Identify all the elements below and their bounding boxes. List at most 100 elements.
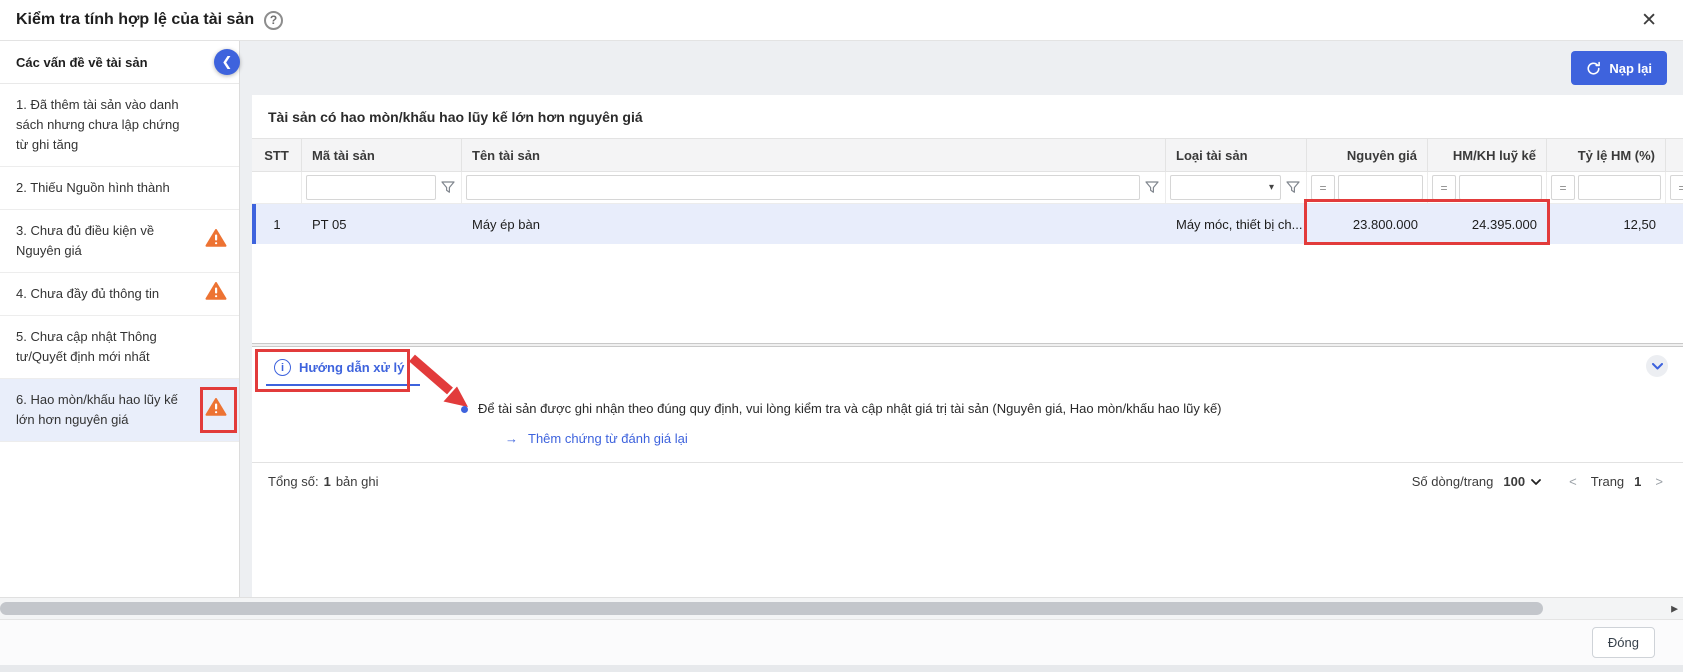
filter-cell-ty-le-hm: =: [1547, 172, 1666, 203]
filter-input-ten-tai-san[interactable]: [466, 175, 1140, 200]
table-header-row: STT Mã tài sản Tên tài sản Loại tài sản …: [252, 138, 1683, 172]
filter-funnel-icon[interactable]: [1143, 181, 1161, 194]
chevron-down-icon: ▾: [1269, 182, 1274, 193]
filter-cell-stt: [252, 172, 302, 203]
dialog-footer: Đóng: [0, 619, 1683, 665]
close-icon[interactable]: ✕: [1641, 9, 1657, 32]
warning-icon: [205, 229, 227, 254]
warning-icon: [205, 398, 227, 423]
guidance-link-label: Thêm chứng từ đánh giá lại: [528, 431, 688, 446]
guidance-bullet-text: Để tài sản được ghi nhận theo đúng quy đ…: [478, 401, 1222, 416]
page-navigator: < Trang 1 >: [1565, 474, 1667, 489]
cell-stt: 1: [252, 204, 302, 244]
filter-input-nguyen-gia[interactable]: [1338, 175, 1423, 200]
link-them-chung-tu-danh-gia-lai[interactable]: → Thêm chứng từ đánh giá lại: [505, 431, 688, 446]
pagination-controls: Số dòng/trang 100 < Trang 1 >: [1412, 474, 1667, 489]
bullet-icon: [461, 406, 468, 413]
section-title: Tài sản có hao mòn/khấu hao lũy kế lớn h…: [252, 95, 1683, 138]
filter-input-ty-le-hm[interactable]: [1578, 175, 1661, 200]
record-total: Tổng số: 1 bản ghi: [268, 474, 378, 489]
dialog-body: Các vấn đề về tài sản ❮ 1. Đã thêm tài s…: [0, 41, 1683, 597]
issues-sidebar: Các vấn đề về tài sản ❮ 1. Đã thêm tài s…: [0, 41, 240, 597]
sidebar-item-issue-3[interactable]: 3. Chưa đủ điều kiện về Nguyên giá: [0, 210, 239, 273]
warning-icon: [205, 282, 227, 307]
guidance-bullet: Để tài sản được ghi nhận theo đúng quy đ…: [461, 401, 1222, 416]
filter-funnel-icon[interactable]: [439, 181, 457, 194]
cell-extra: [1666, 204, 1683, 244]
sidebar-item-label: 6. Hao mòn/khấu hao lũy kế lớn hơn nguyê…: [16, 392, 178, 427]
page-label: Trang: [1591, 474, 1624, 489]
rows-per-page-select[interactable]: 100: [1503, 474, 1541, 489]
next-page-button[interactable]: >: [1651, 474, 1667, 489]
guidance-panel: i Hướng dẫn xử lý: [252, 347, 1683, 462]
page-value: 1: [1634, 474, 1641, 489]
cell-ma-tai-san: PT 05: [302, 204, 462, 244]
table-footer: Tổng số: 1 bản ghi Số dòng/trang 100 < T…: [252, 462, 1683, 500]
sidebar-item-label: 1. Đã thêm tài sản vào danh sách nhưng c…: [16, 97, 179, 152]
main-toolbar: Nạp lại: [240, 41, 1683, 95]
content-panel: Tài sản có hao mòn/khấu hao lũy kế lớn h…: [252, 95, 1683, 597]
sidebar-collapse-button[interactable]: ❮: [214, 49, 240, 75]
chevron-down-icon: [1531, 479, 1541, 485]
main-area: Nạp lại Tài sản có hao mòn/khấu hao lũy …: [240, 41, 1683, 597]
reload-label: Nạp lại: [1609, 61, 1652, 76]
close-button[interactable]: Đóng: [1592, 627, 1655, 658]
column-header-stt: STT: [252, 139, 302, 171]
help-icon[interactable]: ?: [264, 11, 283, 30]
filter-cell-nguyen-gia: =: [1307, 172, 1428, 203]
cell-nguyen-gia: 23.800.000: [1307, 204, 1428, 244]
filter-cell-extra: =: [1666, 172, 1683, 203]
total-prefix: Tổng số:: [268, 474, 319, 489]
filter-operator-equals[interactable]: =: [1311, 175, 1335, 200]
filter-operator-equals[interactable]: =: [1670, 175, 1683, 200]
scroll-right-icon[interactable]: ▶: [1671, 603, 1678, 614]
filter-cell-ten-tai-san: [462, 172, 1166, 203]
dialog-title: Kiểm tra tính hợp lệ của tài sản: [16, 11, 254, 29]
table-filter-row: ▾ = = =: [252, 172, 1683, 204]
cell-hm-kh-luy-ke: 24.395.000: [1428, 204, 1547, 244]
guidance-collapse-button[interactable]: [1646, 355, 1668, 377]
horizontal-scrollbar: ▶: [0, 597, 1683, 619]
filter-input-hm-kh-luy-ke[interactable]: [1459, 175, 1542, 200]
sidebar-item-label: 4. Chưa đầy đủ thông tin: [16, 286, 159, 301]
prev-page-button[interactable]: <: [1565, 474, 1581, 489]
dialog-titlebar: Kiểm tra tính hợp lệ của tài sản ? ✕: [0, 0, 1683, 41]
sidebar-item-issue-6[interactable]: 6. Hao mòn/khấu hao lũy kế lớn hơn nguyê…: [0, 379, 239, 442]
validity-check-dialog: Kiểm tra tính hợp lệ của tài sản ? ✕ Các…: [0, 0, 1683, 665]
filter-funnel-icon[interactable]: [1284, 181, 1302, 194]
tab-huong-dan-xu-ly[interactable]: i Hướng dẫn xử lý: [266, 353, 420, 386]
filter-operator-equals[interactable]: =: [1432, 175, 1456, 200]
info-icon: i: [274, 359, 291, 376]
total-count: 1: [324, 474, 331, 489]
sidebar-item-issue-4[interactable]: 4. Chưa đầy đủ thông tin: [0, 273, 239, 316]
sidebar-item-label: 3. Chưa đủ điều kiện về Nguyên giá: [16, 223, 154, 258]
table-empty-space: [252, 244, 1683, 343]
reload-icon: [1586, 61, 1601, 76]
cell-loai-tai-san: Máy móc, thiết bị ch...: [1166, 204, 1307, 244]
filter-select-loai-tai-san[interactable]: ▾: [1170, 175, 1281, 200]
horizontal-scrollbar-thumb[interactable]: [0, 602, 1543, 615]
sidebar-item-issue-2[interactable]: 2. Thiếu Nguồn hình thành: [0, 167, 239, 210]
panel-bottom-space: [252, 500, 1683, 597]
sidebar-item-issue-1[interactable]: 1. Đã thêm tài sản vào danh sách nhưng c…: [0, 84, 239, 167]
sidebar-item-issue-5[interactable]: 5. Chưa cập nhật Thông tư/Quyết định mới…: [0, 316, 239, 379]
rows-per-page-label: Số dòng/trang: [1412, 474, 1494, 489]
sidebar-item-label: 5. Chưa cập nhật Thông tư/Quyết định mới…: [16, 329, 157, 364]
cell-ty-le-hm: 12,50: [1547, 204, 1666, 244]
reload-button[interactable]: Nạp lại: [1571, 51, 1667, 85]
column-header-ma-tai-san: Mã tài sản: [302, 139, 462, 171]
sidebar-header: Các vấn đề về tài sản ❮: [0, 41, 239, 84]
sidebar-item-label: 2. Thiếu Nguồn hình thành: [16, 180, 170, 195]
column-header-hm-kh-luy-ke: HM/KH luỹ kế: [1428, 139, 1547, 171]
filter-cell-ma-tai-san: [302, 172, 462, 203]
filter-operator-equals[interactable]: =: [1551, 175, 1575, 200]
filter-input-ma-tai-san[interactable]: [306, 175, 436, 200]
filter-cell-loai-tai-san: ▾: [1166, 172, 1307, 203]
column-header-extra: [1666, 139, 1683, 171]
cell-ten-tai-san: Máy ép bàn: [462, 204, 1166, 244]
rows-per-page-value: 100: [1503, 474, 1525, 489]
table-row[interactable]: 1 PT 05 Máy ép bàn Máy móc, thiết bị ch.…: [252, 204, 1683, 244]
arrow-right-icon: →: [505, 431, 518, 446]
column-header-nguyen-gia: Nguyên giá: [1307, 139, 1428, 171]
column-header-loai-tai-san: Loại tài sản: [1166, 139, 1307, 171]
